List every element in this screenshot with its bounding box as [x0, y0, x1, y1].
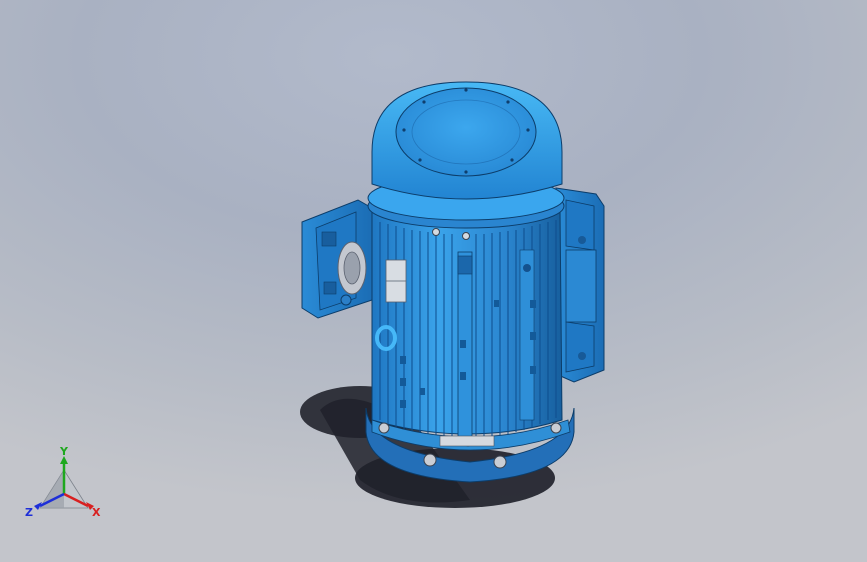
orientation-triad: Y X Z [25, 446, 101, 519]
cad-viewport[interactable]: Y X Z [0, 0, 867, 562]
z-axis-label: Z [25, 506, 33, 519]
motor-body [371, 209, 563, 439]
y-axis-label: Y [59, 446, 69, 458]
right-bracket [555, 187, 605, 383]
left-bracket [301, 199, 373, 319]
motor-3d-model[interactable] [0, 0, 867, 562]
fan-cover [371, 81, 563, 200]
x-axis-label: X [92, 506, 101, 519]
